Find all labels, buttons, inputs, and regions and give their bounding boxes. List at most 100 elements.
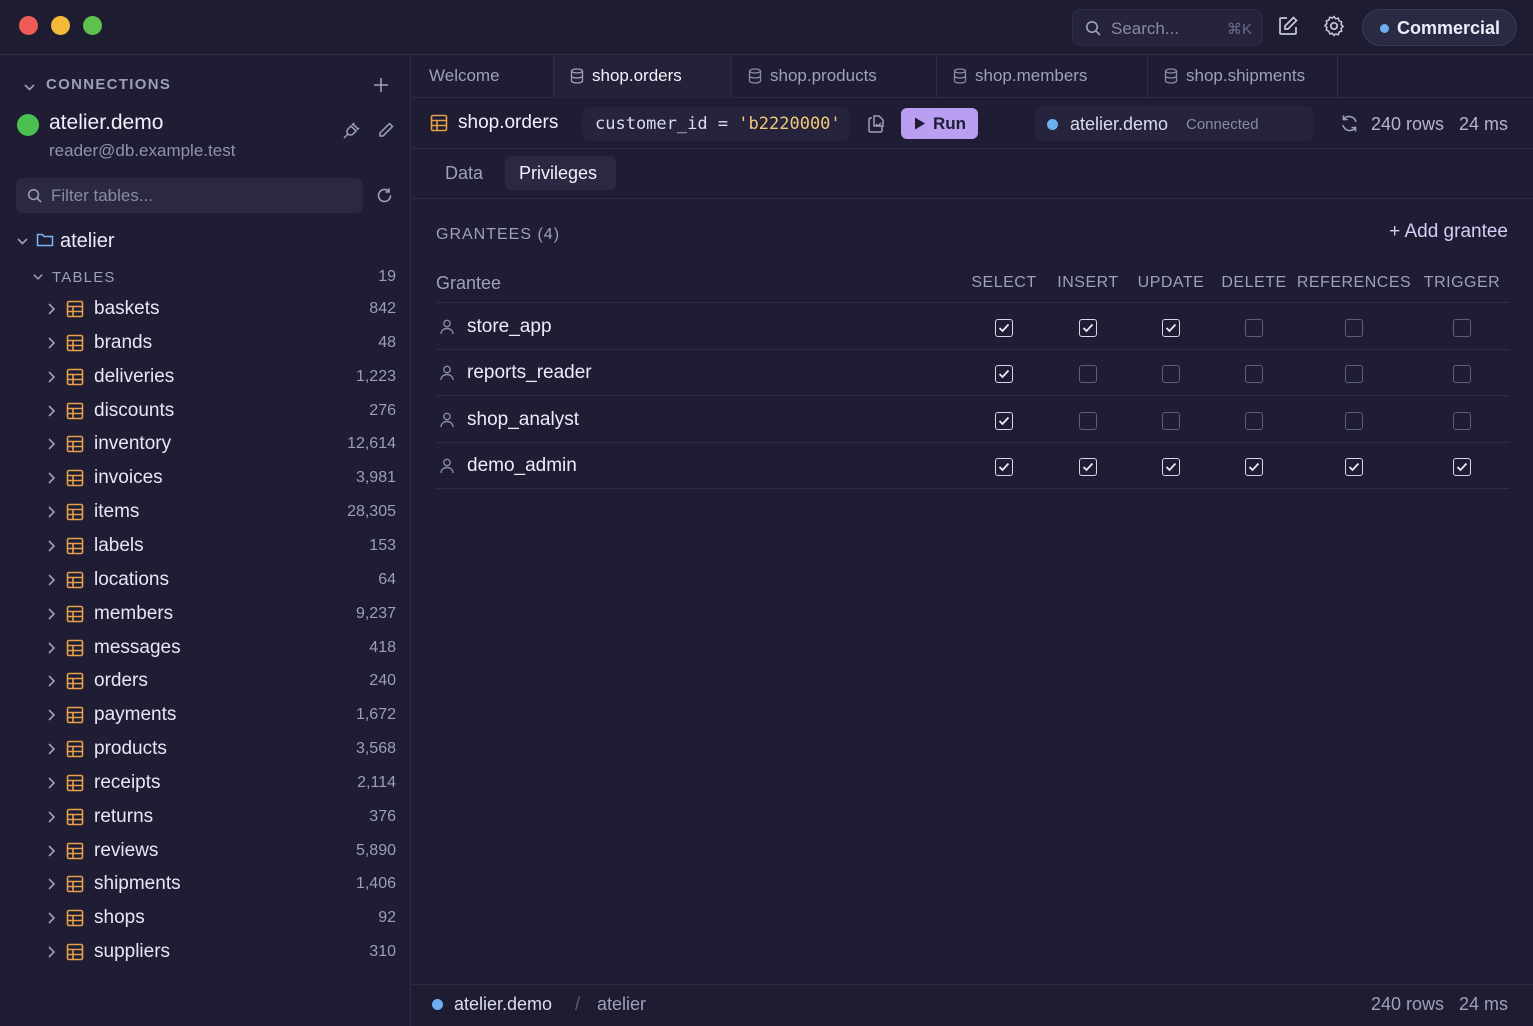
chevron-right-icon[interactable]: [46, 302, 56, 316]
table-item[interactable]: reviews 5,890: [0, 835, 411, 869]
chevron-right-icon[interactable]: [46, 674, 56, 688]
table-item[interactable]: invoices 3,981: [0, 462, 411, 496]
table-item[interactable]: payments 1,672: [0, 699, 411, 733]
new-query-button[interactable]: [1276, 14, 1302, 40]
table-item[interactable]: deliveries 1,223: [0, 361, 411, 395]
connection-name[interactable]: atelier.demo: [49, 111, 163, 135]
tab-welcome[interactable]: Welcome: [412, 55, 554, 98]
edit-connection-icon[interactable]: [377, 121, 395, 139]
check-icon: [1165, 462, 1177, 472]
permission-checkbox-references[interactable]: [1345, 411, 1363, 430]
table-item[interactable]: orders 240: [0, 665, 411, 699]
permission-checkbox-delete[interactable]: [1245, 457, 1263, 476]
table-item[interactable]: returns 376: [0, 801, 411, 835]
table-item[interactable]: items 28,305: [0, 496, 411, 530]
chevron-right-icon[interactable]: [46, 810, 56, 824]
chevron-right-icon[interactable]: [46, 877, 56, 891]
table-item[interactable]: messages 418: [0, 632, 411, 666]
permission-checkbox-trigger[interactable]: [1453, 319, 1471, 337]
permission-checkbox-delete[interactable]: [1245, 411, 1263, 430]
zoom-window-button[interactable]: [83, 16, 102, 35]
table-item[interactable]: labels 153: [0, 530, 411, 564]
status-bar: atelier.demo / atelier 240 rows 24 ms: [412, 984, 1533, 1026]
chevron-right-icon[interactable]: [46, 708, 56, 722]
tab-shop-products[interactable]: shop.products: [732, 55, 937, 98]
table-item[interactable]: inventory 12,614: [0, 428, 411, 462]
chevron-right-icon[interactable]: [46, 370, 56, 384]
permission-checkbox-trigger[interactable]: [1453, 365, 1471, 384]
reload-icon[interactable]: [1340, 114, 1359, 133]
permission-checkbox-select[interactable]: [995, 457, 1013, 476]
chevron-down-icon[interactable]: [23, 81, 36, 94]
chevron-right-icon[interactable]: [46, 844, 56, 858]
chevron-down-icon[interactable]: [16, 235, 29, 248]
permission-checkbox-insert[interactable]: [1079, 411, 1097, 430]
chevron-right-icon[interactable]: [46, 404, 56, 418]
chevron-down-icon[interactable]: [32, 271, 44, 283]
table-name: products: [94, 738, 167, 760]
table-name: suppliers: [94, 941, 171, 963]
permission-checkbox-references[interactable]: [1345, 365, 1363, 384]
chevron-right-icon[interactable]: [46, 539, 56, 553]
permission-checkbox-insert[interactable]: [1079, 319, 1097, 337]
table-item[interactable]: members 9,237: [0, 598, 411, 632]
table-item[interactable]: discounts 276: [0, 395, 411, 429]
table-item[interactable]: locations 64: [0, 564, 411, 598]
table-item[interactable]: suppliers 310: [0, 936, 411, 970]
close-window-button[interactable]: [19, 16, 38, 35]
permission-checkbox-trigger[interactable]: [1453, 457, 1471, 476]
permission-checkbox-update[interactable]: [1162, 319, 1180, 337]
permission-checkbox-insert[interactable]: [1079, 365, 1097, 384]
table-item[interactable]: shipments 1,406: [0, 868, 411, 902]
permission-checkbox-insert[interactable]: [1079, 457, 1097, 476]
permission-checkbox-select[interactable]: [995, 319, 1013, 337]
permission-checkbox-references[interactable]: [1345, 457, 1363, 476]
table-item[interactable]: baskets 842: [0, 293, 411, 327]
copy-query-icon[interactable]: [867, 114, 885, 134]
tab-shop-orders[interactable]: shop.orders: [554, 55, 732, 98]
global-search[interactable]: Search... ⌘K: [1072, 9, 1263, 46]
permission-checkbox-references[interactable]: [1345, 319, 1363, 337]
table-item[interactable]: products 3,568: [0, 733, 411, 767]
table-item[interactable]: shops 92: [0, 902, 411, 936]
permission-checkbox-delete[interactable]: [1245, 365, 1263, 384]
permission-checkbox-update[interactable]: [1162, 411, 1180, 430]
chevron-right-icon[interactable]: [46, 742, 56, 756]
database-name[interactable]: atelier: [60, 230, 114, 253]
permission-checkbox-select[interactable]: [995, 365, 1013, 384]
minimize-window-button[interactable]: [51, 16, 70, 35]
tab-label: Privileges: [519, 163, 598, 183]
chevron-right-icon[interactable]: [46, 437, 56, 451]
tab-privileges[interactable]: Privileges: [505, 156, 616, 190]
chevron-right-icon[interactable]: [46, 471, 56, 485]
permission-checkbox-select[interactable]: [995, 411, 1013, 430]
table-item[interactable]: brands 48: [0, 327, 411, 361]
permission-checkbox-update[interactable]: [1162, 365, 1180, 384]
chevron-right-icon[interactable]: [46, 573, 56, 587]
chevron-right-icon[interactable]: [46, 911, 56, 925]
permission-checkbox-update[interactable]: [1162, 457, 1180, 476]
disconnect-plug-icon[interactable]: [342, 121, 361, 140]
tables-header: TABLES: [52, 269, 116, 286]
add-grantee-button[interactable]: + Add grantee: [1389, 221, 1508, 243]
chevron-right-icon[interactable]: [46, 945, 56, 959]
tab-shop-members[interactable]: shop.members: [937, 55, 1148, 98]
chevron-right-icon[interactable]: [46, 607, 56, 621]
connection-indicator[interactable]: atelier.demo Connected: [1035, 106, 1313, 141]
license-badge[interactable]: Commercial: [1362, 9, 1517, 46]
tab-shop-shipments[interactable]: shop.shipments: [1148, 55, 1338, 98]
filter-tables-input[interactable]: Filter tables...: [16, 178, 363, 213]
where-clause-input[interactable]: customer_id = 'b2220000': [582, 107, 849, 141]
chevron-right-icon[interactable]: [46, 505, 56, 519]
add-connection-icon[interactable]: [373, 77, 389, 93]
permission-checkbox-delete[interactable]: [1245, 319, 1263, 337]
permission-checkbox-trigger[interactable]: [1453, 411, 1471, 430]
tab-data[interactable]: Data: [431, 156, 502, 190]
table-item[interactable]: receipts 2,114: [0, 767, 411, 801]
run-button[interactable]: Run: [901, 108, 978, 139]
settings-button[interactable]: [1322, 14, 1348, 40]
chevron-right-icon[interactable]: [46, 776, 56, 790]
chevron-right-icon[interactable]: [46, 336, 56, 350]
refresh-icon[interactable]: [376, 187, 393, 204]
chevron-right-icon[interactable]: [46, 641, 56, 655]
